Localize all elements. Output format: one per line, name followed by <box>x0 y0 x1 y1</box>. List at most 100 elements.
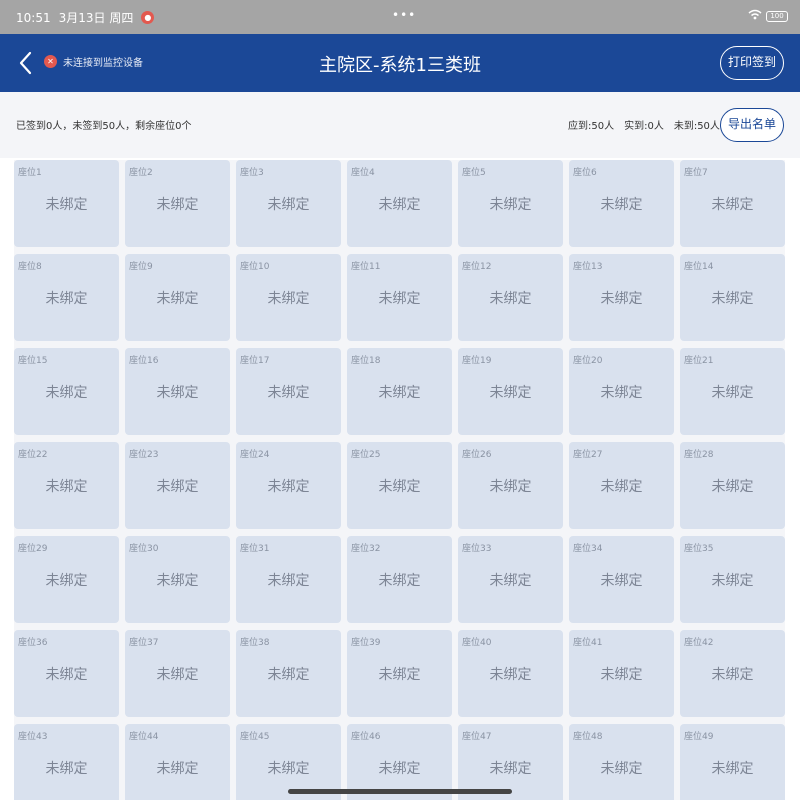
seat-number: 座位39 <box>351 638 381 648</box>
seat-card[interactable]: 座位8 未绑定 <box>14 254 119 341</box>
seat-card[interactable]: 座位25 未绑定 <box>347 442 452 529</box>
seat-card[interactable]: 座位39 未绑定 <box>347 630 452 717</box>
seat-card[interactable]: 座位3 未绑定 <box>236 160 341 247</box>
seat-number: 座位41 <box>573 638 603 648</box>
seat-card[interactable]: 座位43 未绑定 <box>14 724 119 800</box>
seat-status: 未绑定 <box>378 761 421 777</box>
seat-status: 未绑定 <box>378 291 421 307</box>
seat-number: 座位13 <box>573 262 603 272</box>
seat-card[interactable]: 座位19 未绑定 <box>458 348 563 435</box>
seat-status: 未绑定 <box>378 197 421 213</box>
seat-status: 未绑定 <box>489 291 532 307</box>
seat-card[interactable]: 座位6 未绑定 <box>569 160 674 247</box>
seat-number: 座位6 <box>573 168 597 178</box>
seat-status: 未绑定 <box>267 385 310 401</box>
seat-status: 未绑定 <box>489 573 532 589</box>
seat-status: 未绑定 <box>711 667 754 683</box>
seat-number: 座位1 <box>18 168 42 178</box>
seat-number: 座位31 <box>240 544 270 554</box>
seat-card[interactable]: 座位21 未绑定 <box>680 348 785 435</box>
seat-number: 座位10 <box>240 262 270 272</box>
seat-number: 座位48 <box>573 732 603 742</box>
seat-card[interactable]: 座位26 未绑定 <box>458 442 563 529</box>
seat-card[interactable]: 座位31 未绑定 <box>236 536 341 623</box>
seat-number: 座位16 <box>129 356 159 366</box>
seat-status: 未绑定 <box>600 479 643 495</box>
seat-status: 未绑定 <box>45 291 88 307</box>
seat-card[interactable]: 座位13 未绑定 <box>569 254 674 341</box>
seat-card[interactable]: 座位37 未绑定 <box>125 630 230 717</box>
seat-number: 座位42 <box>684 638 714 648</box>
seat-card[interactable]: 座位24 未绑定 <box>236 442 341 529</box>
status-time: 10:51 <box>16 10 51 25</box>
seat-number: 座位27 <box>573 450 603 460</box>
seat-status: 未绑定 <box>45 761 88 777</box>
seat-card[interactable]: 座位12 未绑定 <box>458 254 563 341</box>
seat-status: 未绑定 <box>267 291 310 307</box>
home-indicator[interactable] <box>288 789 512 794</box>
export-list-button[interactable]: 导出名单 <box>720 108 784 142</box>
seat-number: 座位7 <box>684 168 708 178</box>
seat-card[interactable]: 座位22 未绑定 <box>14 442 119 529</box>
seat-card[interactable]: 座位10 未绑定 <box>236 254 341 341</box>
seat-status: 未绑定 <box>156 291 199 307</box>
seat-number: 座位38 <box>240 638 270 648</box>
seat-card[interactable]: 座位23 未绑定 <box>125 442 230 529</box>
seat-status: 未绑定 <box>267 573 310 589</box>
seat-card[interactable]: 座位2 未绑定 <box>125 160 230 247</box>
seat-status: 未绑定 <box>156 197 199 213</box>
seat-card[interactable]: 座位7 未绑定 <box>680 160 785 247</box>
seat-status: 未绑定 <box>711 385 754 401</box>
seat-card[interactable]: 座位33 未绑定 <box>458 536 563 623</box>
device-alert-text: 未连接到监控设备 <box>63 58 143 69</box>
seat-card[interactable]: 座位5 未绑定 <box>458 160 563 247</box>
seat-card[interactable]: 座位35 未绑定 <box>680 536 785 623</box>
seat-card[interactable]: 座位18 未绑定 <box>347 348 452 435</box>
seat-card[interactable]: 座位20 未绑定 <box>569 348 674 435</box>
stat-expected: 应到:50人 <box>568 121 615 132</box>
seat-number: 座位30 <box>129 544 159 554</box>
seat-number: 座位5 <box>462 168 486 178</box>
seat-card[interactable]: 座位30 未绑定 <box>125 536 230 623</box>
seat-card[interactable]: 座位42 未绑定 <box>680 630 785 717</box>
seat-card[interactable]: 座位4 未绑定 <box>347 160 452 247</box>
print-button[interactable]: 打印签到 <box>720 46 784 80</box>
seat-number: 座位17 <box>240 356 270 366</box>
seat-card[interactable]: 座位28 未绑定 <box>680 442 785 529</box>
seat-card[interactable]: 座位36 未绑定 <box>14 630 119 717</box>
seat-card[interactable]: 座位27 未绑定 <box>569 442 674 529</box>
multitask-dots-icon[interactable]: ••• <box>392 8 416 22</box>
seat-card[interactable]: 座位9 未绑定 <box>125 254 230 341</box>
seat-number: 座位25 <box>351 450 381 460</box>
seat-card[interactable]: 座位34 未绑定 <box>569 536 674 623</box>
seat-number: 座位18 <box>351 356 381 366</box>
wifi-icon <box>748 9 762 23</box>
seat-card[interactable]: 座位38 未绑定 <box>236 630 341 717</box>
seat-status: 未绑定 <box>600 573 643 589</box>
seat-card[interactable]: 座位44 未绑定 <box>125 724 230 800</box>
seat-card[interactable]: 座位29 未绑定 <box>14 536 119 623</box>
seat-number: 座位29 <box>18 544 48 554</box>
seat-status: 未绑定 <box>156 761 199 777</box>
seat-card[interactable]: 座位41 未绑定 <box>569 630 674 717</box>
seat-card[interactable]: 座位16 未绑定 <box>125 348 230 435</box>
seat-status: 未绑定 <box>600 291 643 307</box>
seat-card[interactable]: 座位15 未绑定 <box>14 348 119 435</box>
seat-status: 未绑定 <box>267 479 310 495</box>
seat-card[interactable]: 座位11 未绑定 <box>347 254 452 341</box>
seat-card[interactable]: 座位49 未绑定 <box>680 724 785 800</box>
seat-number: 座位36 <box>18 638 48 648</box>
seat-number: 座位46 <box>351 732 381 742</box>
seat-status: 未绑定 <box>489 479 532 495</box>
seat-card[interactable]: 座位48 未绑定 <box>569 724 674 800</box>
seat-card[interactable]: 座位14 未绑定 <box>680 254 785 341</box>
seat-number: 座位33 <box>462 544 492 554</box>
back-button[interactable] <box>10 46 40 80</box>
seat-number: 座位40 <box>462 638 492 648</box>
seat-card[interactable]: 座位40 未绑定 <box>458 630 563 717</box>
seat-card[interactable]: 座位32 未绑定 <box>347 536 452 623</box>
seat-status: 未绑定 <box>267 761 310 777</box>
seat-card[interactable]: 座位17 未绑定 <box>236 348 341 435</box>
stat-absent: 未到:50人 <box>673 121 720 132</box>
seat-card[interactable]: 座位1 未绑定 <box>14 160 119 247</box>
